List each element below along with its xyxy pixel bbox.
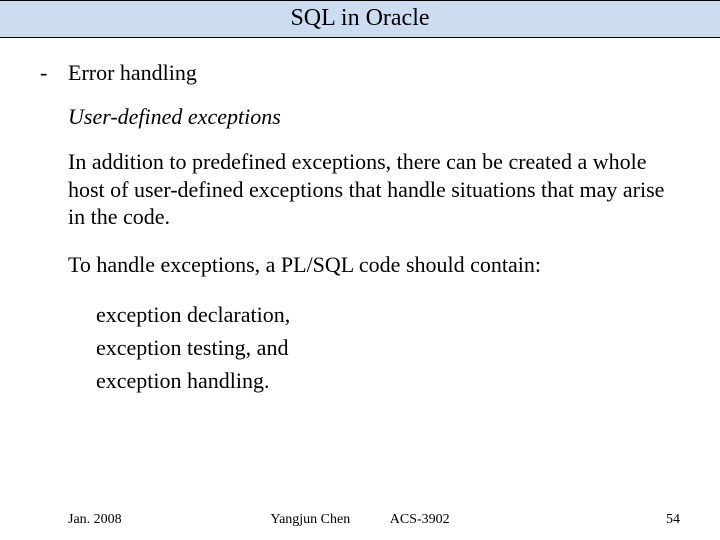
slide-title: SQL in Oracle [0,0,720,38]
footer-course: ACS-3902 [390,512,450,527]
bullet-item: - Error handling [40,60,680,86]
slide-body: - Error handling User-defined exceptions… [0,38,720,397]
footer-center: Yangjun Chen ACS-3902 [0,512,720,528]
slide: SQL in Oracle - Error handling User-defi… [0,0,720,540]
list: exception declaration, exception testing… [96,298,680,397]
bullet-text: Error handling [68,60,197,86]
footer: Jan. 2008 Yangjun Chen ACS-3902 54 [0,512,720,528]
bullet-dash: - [40,60,68,86]
list-item: exception declaration, [96,298,680,331]
paragraph: To handle exceptions, a PL/SQL code shou… [68,251,680,279]
paragraph: In addition to predefined exceptions, th… [68,148,680,231]
list-item: exception handling. [96,364,680,397]
footer-author: Yangjun Chen [270,512,350,527]
subheading: User-defined exceptions [68,104,680,130]
list-item: exception testing, and [96,331,680,364]
